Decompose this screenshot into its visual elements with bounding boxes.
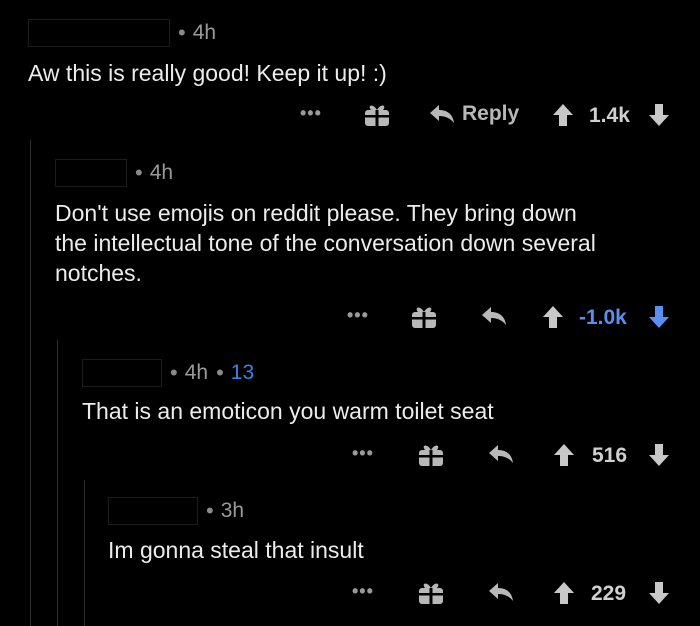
comment-4: • 3h Im gonna steal that insult ••• 229 <box>0 480 700 626</box>
more-options-button[interactable]: ••• <box>352 581 374 601</box>
reply-button[interactable] <box>487 580 515 604</box>
separator-dot: • <box>135 160 143 185</box>
gift-award-icon <box>412 307 436 328</box>
give-award-button[interactable] <box>364 103 390 127</box>
upvote-button[interactable] <box>552 103 574 127</box>
downvote-arrow-icon <box>649 306 669 328</box>
comment-timestamp: 4h <box>184 361 209 384</box>
comment-2: • 4h Don't use emojis on reddit please. … <box>0 140 700 340</box>
gift-award-icon <box>419 445 443 466</box>
comment-actions: ••• 516 <box>0 434 700 474</box>
downvote-button[interactable] <box>648 581 670 605</box>
reply-arrow-icon <box>482 307 506 325</box>
redacted-username <box>108 497 198 525</box>
separator-dot: • <box>206 498 214 523</box>
separator-dot: • <box>216 360 224 385</box>
comment-body: Im gonna steal that insult <box>108 537 364 563</box>
upvote-button[interactable] <box>542 305 564 329</box>
comment-meta: • 4h <box>28 18 216 48</box>
vote-score: 1.4k <box>589 104 630 127</box>
upvote-button[interactable] <box>553 581 575 605</box>
more-options-button[interactable]: ••• <box>352 443 374 463</box>
downvote-button[interactable] <box>648 443 670 467</box>
redacted-username <box>82 359 162 387</box>
more-options-icon: ••• <box>347 305 369 325</box>
redacted-username <box>55 159 127 187</box>
downvote-arrow-icon <box>649 582 669 604</box>
comment-body: Aw this is really good! Keep it up! :) <box>28 60 387 86</box>
reply-button[interactable]: Reply <box>428 102 519 126</box>
upvote-arrow-icon <box>543 306 563 328</box>
comment-meta: • 4h <box>55 158 173 188</box>
reply-arrow-icon <box>489 445 513 463</box>
more-options-button[interactable]: ••• <box>347 305 369 325</box>
vote-score: 229 <box>591 582 627 605</box>
more-options-icon: ••• <box>352 581 374 601</box>
more-options-icon: ••• <box>300 103 322 123</box>
reply-button[interactable] <box>480 304 508 328</box>
comment-3: • 4h • 13 That is an emoticon you warm t… <box>0 340 700 480</box>
comment-body: That is an emoticon you warm toilet seat <box>82 398 494 424</box>
give-award-button[interactable] <box>418 443 444 467</box>
downvote-arrow-icon <box>649 444 669 466</box>
gift-award-icon <box>365 105 389 126</box>
comment-body: Don't use emojis on reddit please. They … <box>55 200 596 286</box>
comment-timestamp: 4h <box>149 161 174 184</box>
comment-1: • 4h Aw this is really good! Keep it up!… <box>0 0 700 140</box>
downvote-button[interactable] <box>648 103 670 127</box>
reply-label: Reply <box>462 102 520 125</box>
downvote-arrow-icon <box>649 104 669 126</box>
award-count: 13 <box>230 361 255 384</box>
vote-score: 516 <box>592 444 628 467</box>
more-options-icon: ••• <box>352 443 374 463</box>
upvote-arrow-icon <box>554 582 574 604</box>
comment-timestamp: 3h <box>220 499 245 522</box>
comment-actions: ••• -1.0k <box>0 296 700 336</box>
reply-arrow-icon <box>430 105 454 123</box>
upvote-arrow-icon <box>554 444 574 466</box>
separator-dot: • <box>170 360 178 385</box>
comment-actions: ••• 229 <box>0 572 700 612</box>
reply-button[interactable] <box>487 442 515 466</box>
redacted-username <box>28 19 170 47</box>
upvote-arrow-icon <box>553 104 573 126</box>
vote-score: -1.0k <box>579 306 627 329</box>
separator-dot: • <box>178 20 186 45</box>
more-options-button[interactable]: ••• <box>300 103 322 123</box>
reply-arrow-icon <box>489 583 513 601</box>
upvote-button[interactable] <box>553 443 575 467</box>
gift-award-icon <box>419 583 443 604</box>
give-award-button[interactable] <box>411 305 437 329</box>
comment-meta: • 3h <box>108 496 244 526</box>
give-award-button[interactable] <box>418 581 444 605</box>
downvote-button[interactable] <box>648 305 670 329</box>
comment-meta: • 4h • 13 <box>82 358 254 388</box>
comment-actions: ••• Reply 1.4k <box>0 94 700 134</box>
comment-timestamp: 4h <box>192 21 217 44</box>
